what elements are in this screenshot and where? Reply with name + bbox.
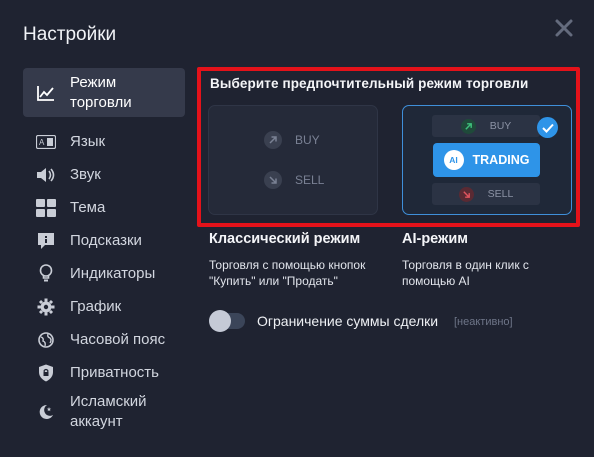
trade-limit-state: [неактивно]	[454, 316, 513, 328]
trade-limit-label: Ограничение суммы сделки	[257, 313, 439, 329]
sidebar-item-islamic-account[interactable]: Исламский аккаунт	[23, 389, 185, 435]
arrow-down-right-icon	[264, 171, 282, 189]
classic-sell-label: SELL	[295, 173, 325, 187]
arrow-up-right-icon	[460, 118, 476, 134]
ai-mode-description: Торговля в один клик с помощью AI	[402, 258, 529, 288]
close-button[interactable]	[553, 17, 575, 39]
ai-trading-label: TRADING	[472, 153, 530, 167]
sidebar-item-indicators[interactable]: Индикаторы	[23, 257, 185, 290]
classic-buy-preview: BUY	[264, 131, 320, 149]
globe-icon	[36, 330, 56, 350]
section-heading: Выберите предпочтительный режим торговли	[210, 76, 529, 91]
sidebar-item-label: Часовой пояс	[70, 330, 166, 348]
dialog-title: Настройки	[23, 24, 117, 45]
ai-badge-icon: AI	[443, 150, 464, 170]
sidebar-item-timezone[interactable]: Часовой пояс	[23, 323, 185, 356]
arrow-down-right-icon	[458, 186, 474, 202]
sidebar-item-label: Исламский аккаунт	[70, 393, 147, 430]
sidebar-item-label: Тема	[70, 198, 106, 216]
sidebar-item-chart[interactable]: График	[23, 290, 185, 323]
ai-sell-preview: SELL	[432, 183, 540, 205]
toggle-knob	[209, 310, 231, 332]
sidebar-item-language[interactable]: A Язык	[23, 125, 185, 158]
shield-icon	[36, 363, 56, 383]
ai-buy-label: BUY	[489, 120, 512, 132]
sidebar-item-hints[interactable]: Подсказки	[23, 224, 185, 257]
sidebar-item-label: Звук	[70, 165, 101, 183]
selected-check-icon	[537, 117, 558, 138]
classic-sell-preview: SELL	[264, 171, 324, 189]
sidebar-item-trading-mode[interactable]: Режим торговли	[23, 68, 185, 117]
sidebar-item-label: Язык	[70, 132, 106, 150]
chart-line-icon	[36, 83, 56, 103]
sidebar-item-label: Индикаторы	[70, 264, 156, 282]
classic-buy-label: BUY	[295, 133, 320, 147]
speaker-icon	[36, 165, 56, 185]
ai-buy-preview: BUY	[432, 115, 540, 137]
trade-limit-toggle[interactable]	[209, 310, 245, 332]
sidebar-item-privacy[interactable]: Приватность	[23, 356, 185, 389]
language-icon: A	[36, 132, 56, 152]
sidebar-item-theme[interactable]: Тема	[23, 191, 185, 224]
sidebar-item-sound[interactable]: Звук	[23, 158, 185, 191]
gear-icon	[36, 297, 56, 317]
settings-sidebar: Режим торговли A Язык Звук Тема Подсказк…	[23, 68, 185, 435]
arrow-up-right-icon	[264, 131, 282, 149]
ai-sell-label: SELL	[487, 188, 514, 200]
lightbulb-icon	[36, 264, 56, 284]
sidebar-item-label: Подсказки	[70, 231, 142, 249]
classic-mode-title: Классический режим	[209, 231, 361, 247]
sidebar-item-label: Приватность	[70, 363, 159, 381]
sidebar-item-label: Режим торговли	[70, 73, 132, 111]
theme-grid-icon	[36, 198, 56, 218]
ai-trading-button: AI TRADING	[433, 143, 540, 177]
sidebar-item-label: График	[70, 297, 122, 315]
hint-icon	[36, 231, 56, 251]
classic-mode-description: Торговля с помощью кнопок "Купить" или "…	[209, 258, 366, 288]
classic-mode-card[interactable]	[208, 105, 378, 215]
ai-mode-title: AI-режим	[402, 231, 468, 247]
svg-text:A: A	[39, 138, 45, 147]
crescent-icon	[36, 402, 56, 422]
close-icon	[555, 19, 573, 37]
